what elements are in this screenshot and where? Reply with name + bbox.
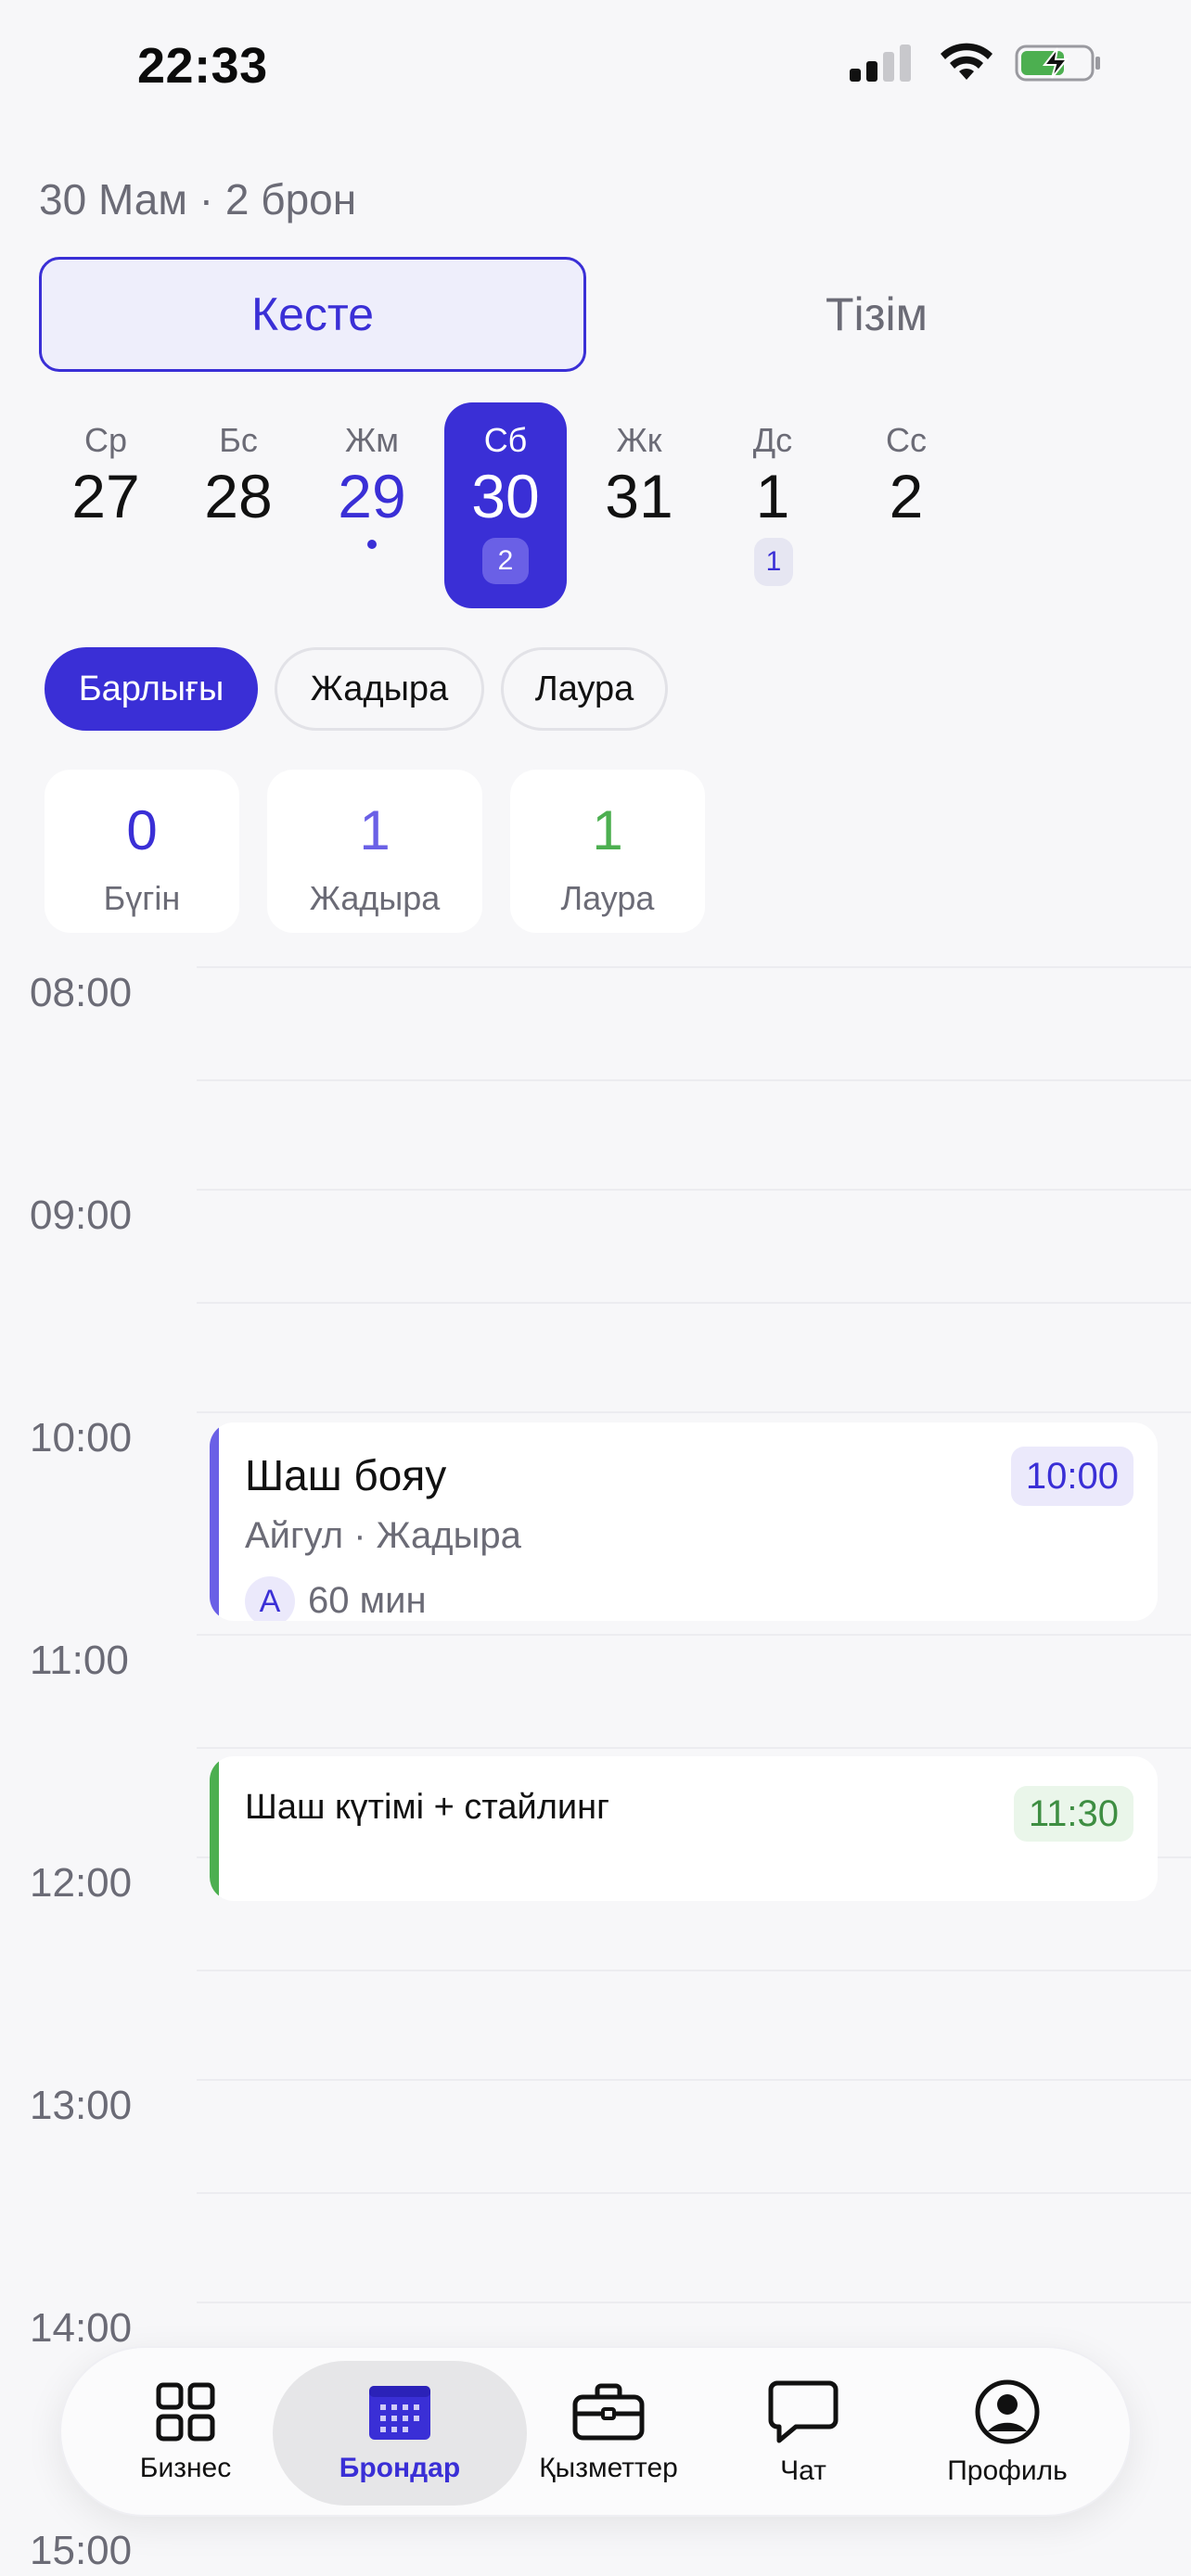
bookings-screen: 22:33 30 Мам · 2 брон Кесте Тізім Ср 27 … [0,0,1191,2576]
stat-value: 1 [592,799,623,861]
hour-label: 12:00 [30,1860,133,1906]
booking-count-badge: 2 [482,538,529,584]
day-29[interactable]: Жм 29 [311,402,433,608]
date-summary: 30 Мам · 2 брон [39,175,357,223]
battery-charging-icon [1015,45,1100,82]
hour-grid-line [197,1411,1191,1413]
hour-grid-line [197,2302,1191,2303]
stat-label: Лаура [560,879,655,917]
day-name: Жм [345,421,399,459]
hour-label: 13:00 [30,2083,133,2128]
nav-label: Қызметтер [539,2453,678,2483]
day-name: Жк [616,421,662,459]
grid-icon [156,2382,215,2442]
nav-label: Профиль [947,2455,1068,2486]
half-hour-grid-line [197,1747,1191,1749]
booking-title: Шаш бояу [245,1451,447,1499]
stat-value: 1 [359,799,391,861]
day-number: 31 [605,462,673,530]
avatar: А [245,1576,295,1621]
day-27[interactable]: Ср 27 [45,402,167,608]
day-number: 29 [338,462,406,530]
filter-laura[interactable]: Лаура [501,647,668,731]
hour-grid-line [197,1189,1191,1191]
nav-services[interactable]: Қызметтер [525,2361,692,2506]
hour-label: 11:00 [30,1638,129,1683]
day-number: 30 [471,462,540,530]
hour-label: 15:00 [30,2528,133,2573]
briefcase-icon [572,2383,645,2441]
accent-bar [210,1422,219,1621]
booking-time-badge: 11:30 [1013,1786,1133,1842]
half-hour-grid-line [197,1970,1191,1971]
nav-bookings[interactable]: Брондар [273,2361,527,2506]
booking-card[interactable]: Шаш күтімі + стайлинг 11:30 [210,1756,1158,1901]
nav-label: Бизнес [139,2453,232,2483]
hour-label: 14:00 [30,2305,133,2351]
stat-value: 0 [126,799,158,861]
day-30[interactable]: Сб 30 2 [444,402,567,608]
day-name: Сс [886,421,927,459]
day-28[interactable]: Бс 28 [177,402,300,608]
nav-label: Брондар [339,2453,461,2483]
hour-label: 08:00 [30,970,133,1015]
stat-zhadyra: 1 Жадыра [267,770,482,933]
filter-all[interactable]: Барлығы [45,647,258,731]
day-2[interactable]: Сс 2 [845,402,967,608]
booking-title: Шаш күтімі + стайлинг [245,1788,609,1827]
profile-icon [975,2379,1040,2444]
day-number: 27 [71,462,140,530]
hour-label: 10:00 [30,1415,133,1460]
day-number: 2 [889,462,924,530]
booking-client-staff: Айгул · Жадыра [245,1515,521,1556]
hour-label: 09:00 [30,1192,133,1238]
day-number: 1 [755,462,790,530]
stat-laura: 1 Лаура [510,770,705,933]
booking-duration: 60 мин [308,1580,427,1621]
filter-zhadyra[interactable]: Жадыра [275,647,484,731]
half-hour-grid-line [197,2192,1191,2194]
nav-business[interactable]: Бизнес [102,2361,269,2506]
tab-schedule[interactable]: Кесте [39,257,586,372]
stat-label: Бүгін [103,879,181,917]
day-number: 28 [204,462,273,530]
day-name: Ср [83,421,128,459]
day-name: Бс [219,421,258,459]
accent-bar [210,1756,219,1901]
status-icons [848,43,1102,83]
day-1[interactable]: Дс 1 1 [711,402,834,608]
cellular-signal-icon [850,45,911,82]
tab-list[interactable]: Тізім [603,257,1150,372]
booking-card[interactable]: Шаш бояу Айгул · Жадыра А 60 мин 10:00 [210,1422,1158,1621]
nav-chat[interactable]: Чат [720,2361,887,2506]
chat-icon [768,2380,839,2443]
half-hour-grid-line [197,1079,1191,1081]
hour-grid-line [197,966,1191,968]
status-time: 22:33 [137,38,268,94]
day-31[interactable]: Жк 31 [578,402,700,608]
hour-grid-line [197,2079,1191,2081]
stat-today: 0 Бүгін [45,770,239,933]
booking-count-badge: 1 [754,538,793,586]
stat-label: Жадыра [309,879,441,917]
bottom-nav: Бизнес Брондар Қызметтер Чат Профиль [59,2346,1132,2517]
nav-label: Чат [780,2455,826,2486]
day-name: Сб [483,421,528,459]
booking-time-badge: 10:00 [1010,1447,1133,1506]
today-dot [367,540,377,549]
wifi-icon [941,43,992,80]
hour-grid-line [197,1634,1191,1636]
nav-profile[interactable]: Профиль [915,2361,1100,2506]
day-name: Дс [752,421,793,459]
half-hour-grid-line [197,1302,1191,1304]
calendar-icon [369,2386,430,2440]
